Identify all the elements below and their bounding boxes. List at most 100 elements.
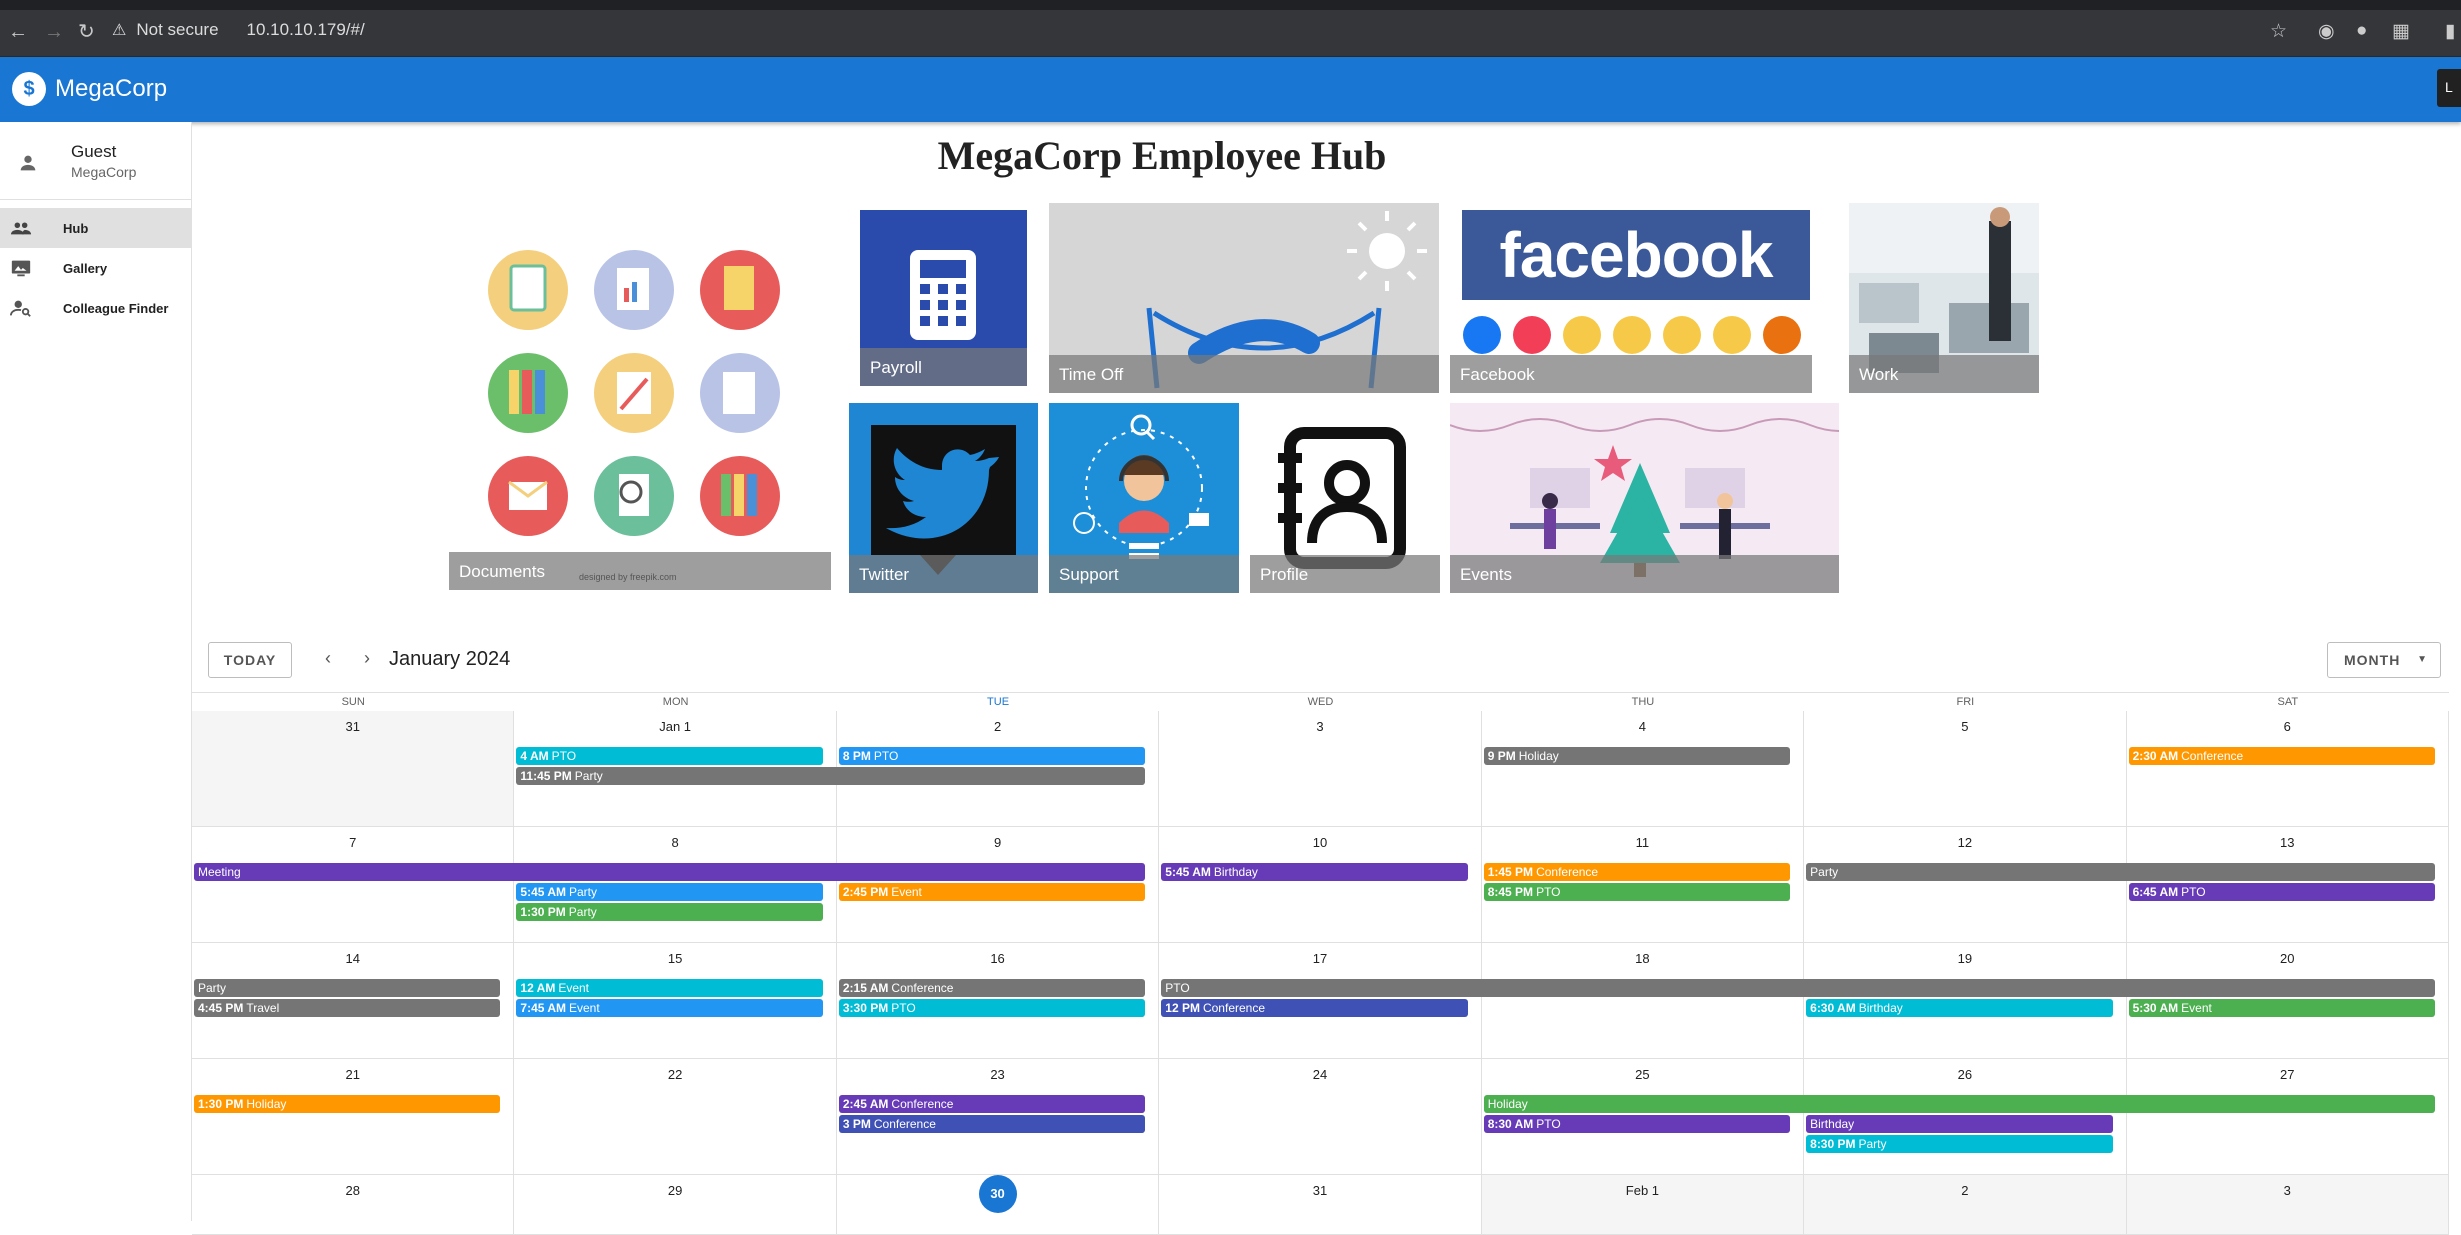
calendar-day-cell[interactable]: 10	[1159, 827, 1482, 943]
calendar-event[interactable]: 4 AM PTO	[516, 747, 823, 765]
side-panel-icon[interactable]: ▮	[2445, 20, 2455, 43]
today-button[interactable]: TODAY	[208, 642, 292, 678]
calendar-event[interactable]: 5:45 AM Party	[516, 883, 823, 901]
appbar-action-button[interactable]: L	[2437, 69, 2461, 107]
calendar-event[interactable]: 3:30 PM PTO	[838, 999, 1146, 1017]
day-number[interactable]: 7	[192, 835, 513, 850]
tile-payroll[interactable]: Payroll	[860, 210, 1027, 386]
sidebar-item-hub[interactable]: Hub	[0, 208, 191, 248]
day-number[interactable]: 4	[1482, 719, 1803, 734]
calendar-event[interactable]: 8:30 PM Party	[1806, 1135, 2113, 1153]
calendar-event[interactable]: PTO	[1161, 979, 2435, 997]
day-number[interactable]: Feb 1	[1482, 1183, 1803, 1198]
calendar-event[interactable]: 8 PM PTO	[838, 747, 1146, 765]
address-bar[interactable]: ⚠ Not secure 10.10.10.179/#/	[112, 20, 365, 40]
tile-time-off[interactable]: Time Off	[1049, 203, 1439, 393]
calendar-day-cell[interactable]: 5	[1804, 711, 2127, 827]
day-number[interactable]: 26	[1804, 1067, 2125, 1082]
day-number[interactable]: 15	[514, 951, 835, 966]
tile-twitter[interactable]: Twitter	[849, 403, 1038, 593]
day-number[interactable]: 25	[1482, 1067, 1803, 1082]
calendar-event[interactable]: 3 PM Conference	[838, 1115, 1146, 1133]
calendar-event[interactable]: 8:45 PM PTO	[1483, 883, 1791, 901]
day-number[interactable]: 2	[1804, 1183, 2125, 1198]
calendar-day-cell[interactable]: 27	[2126, 1059, 2449, 1175]
calendar-event[interactable]: 2:15 AM Conference	[838, 979, 1146, 997]
extensions-puzzle-icon[interactable]: ▦	[2392, 20, 2410, 43]
calendar-event[interactable]: 6:30 AM Birthday	[1806, 999, 2113, 1017]
forward-icon[interactable]: →	[44, 22, 64, 42]
calendar-day-cell[interactable]: 29	[514, 1175, 837, 1235]
tile-profile[interactable]: Profile	[1250, 403, 1440, 593]
day-number[interactable]: 18	[1482, 951, 1803, 966]
calendar-event[interactable]: 6:45 AM PTO	[2128, 883, 2435, 901]
calendar-event[interactable]: 12 PM Conference	[1161, 999, 1468, 1017]
day-number[interactable]: 28	[192, 1183, 513, 1198]
day-number[interactable]: 2	[837, 719, 1158, 734]
day-number[interactable]: 11	[1482, 835, 1803, 850]
extension-icon[interactable]: ◉	[2318, 20, 2335, 43]
sidebar-item-gallery[interactable]: Gallery	[0, 248, 191, 288]
calendar-day-cell[interactable]: 24	[1159, 1059, 1482, 1175]
calendar-event[interactable]: 4:45 PM Travel	[194, 999, 501, 1017]
day-number[interactable]: 13	[2127, 835, 2448, 850]
calendar-event[interactable]: Meeting	[194, 863, 1146, 881]
calendar-event[interactable]: Birthday	[1806, 1115, 2113, 1133]
tile-work[interactable]: Work	[1849, 203, 2039, 393]
calendar-event[interactable]: Holiday	[1483, 1095, 2435, 1113]
calendar-day-cell[interactable]: 21	[192, 1059, 515, 1175]
calendar-event[interactable]: 1:30 PM Party	[516, 903, 823, 921]
calendar-day-cell[interactable]: 31	[1159, 1175, 1482, 1235]
tile-documents[interactable]: Documents designed by freepik.com	[449, 204, 831, 590]
bookmark-star-icon[interactable]: ☆	[2270, 20, 2287, 43]
calendar-event[interactable]: Party	[1806, 863, 2435, 881]
calendar-event[interactable]: 5:45 AM Birthday	[1161, 863, 1468, 881]
day-number[interactable]: 16	[837, 951, 1158, 966]
calendar-event[interactable]: 8:30 AM PTO	[1483, 1115, 1791, 1133]
day-number[interactable]: 31	[1159, 1183, 1480, 1198]
day-number[interactable]: 22	[514, 1067, 835, 1082]
day-number[interactable]: Jan 1	[514, 719, 835, 734]
calendar-day-cell[interactable]: 22	[514, 1059, 837, 1175]
calendar-event[interactable]: 2:45 AM Conference	[838, 1095, 1146, 1113]
day-number[interactable]: 6	[2127, 719, 2448, 734]
calendar-day-cell[interactable]: 6	[2126, 711, 2449, 827]
day-number[interactable]: 19	[1804, 951, 2125, 966]
day-number[interactable]: 10	[1159, 835, 1480, 850]
calendar-event[interactable]: 7:45 AM Event	[516, 999, 823, 1017]
tile-events[interactable]: Events	[1450, 403, 1839, 593]
sidebar-item-colleague-finder[interactable]: Colleague Finder	[0, 288, 191, 328]
calendar-day-cell[interactable]: 31	[192, 711, 515, 827]
day-number[interactable]: 3	[1159, 719, 1480, 734]
reload-icon[interactable]: ↻	[78, 22, 95, 42]
calendar-day-cell[interactable]: Feb 1	[1481, 1175, 1805, 1235]
tile-facebook[interactable]: facebook Facebook	[1450, 204, 1812, 393]
day-number[interactable]: 30	[978, 1175, 1017, 1213]
day-number[interactable]: 31	[192, 719, 513, 734]
day-number[interactable]: 3	[2127, 1183, 2448, 1198]
day-number[interactable]: 27	[2127, 1067, 2448, 1082]
day-number[interactable]: 23	[837, 1067, 1158, 1082]
day-number[interactable]: 12	[1804, 835, 2125, 850]
calendar-day-cell[interactable]: 18	[1481, 943, 1805, 1059]
calendar-event[interactable]: 9 PM Holiday	[1483, 747, 1791, 765]
calendar-day-cell[interactable]: 30	[836, 1175, 1160, 1235]
calendar-event[interactable]: 11:45 PM Party	[516, 767, 1146, 785]
day-number[interactable]: 29	[514, 1183, 835, 1198]
calendar-day-cell[interactable]: 12	[1804, 827, 2127, 943]
chevron-right-icon[interactable]: ›	[364, 648, 370, 669]
calendar-day-cell[interactable]: 3	[1159, 711, 1482, 827]
calendar-event[interactable]: 2:30 AM Conference	[2128, 747, 2435, 765]
calendar-day-cell[interactable]: 2	[1804, 1175, 2127, 1235]
day-number[interactable]: 8	[514, 835, 835, 850]
url-text[interactable]: 10.10.10.179/#/	[247, 20, 365, 40]
day-number[interactable]: 17	[1159, 951, 1480, 966]
back-icon[interactable]: ←	[8, 22, 28, 42]
calendar-day-cell[interactable]: 28	[192, 1175, 515, 1235]
day-number[interactable]: 14	[192, 951, 513, 966]
day-number[interactable]: 9	[837, 835, 1158, 850]
calendar-day-cell[interactable]: 3	[2126, 1175, 2449, 1235]
day-number[interactable]: 21	[192, 1067, 513, 1082]
tile-support[interactable]: Support	[1049, 403, 1239, 593]
calendar-event[interactable]: 1:30 PM Holiday	[194, 1095, 501, 1113]
